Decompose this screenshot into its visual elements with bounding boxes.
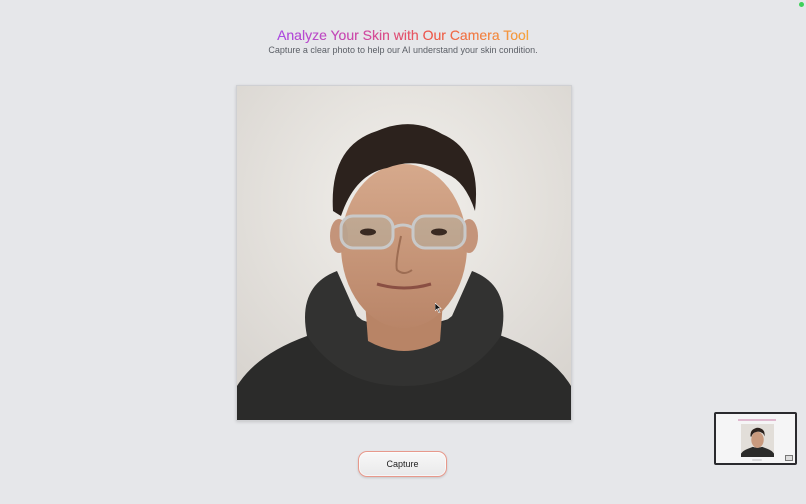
screen-preview-icon[interactable] — [785, 455, 793, 461]
screen-preview-thumbnail[interactable] — [714, 412, 797, 465]
mouse-cursor-icon — [435, 303, 442, 313]
camera-feed-image — [237, 86, 571, 420]
capture-button[interactable]: Capture — [358, 451, 447, 477]
camera-feed — [236, 85, 572, 421]
thumbnail-camera-feed — [741, 424, 774, 457]
page: Analyze Your Skin with Our Camera Tool C… — [0, 0, 806, 504]
thumbnail-title-line — [738, 419, 776, 421]
page-title-text: Analyze Your Skin with Our Camera Tool — [277, 27, 529, 43]
thumbnail-capture-button — [752, 459, 762, 461]
page-title: Analyze Your Skin with Our Camera Tool — [0, 27, 806, 44]
page-subtitle: Capture a clear photo to help our AI und… — [268, 45, 538, 55]
status-indicator — [799, 2, 804, 7]
